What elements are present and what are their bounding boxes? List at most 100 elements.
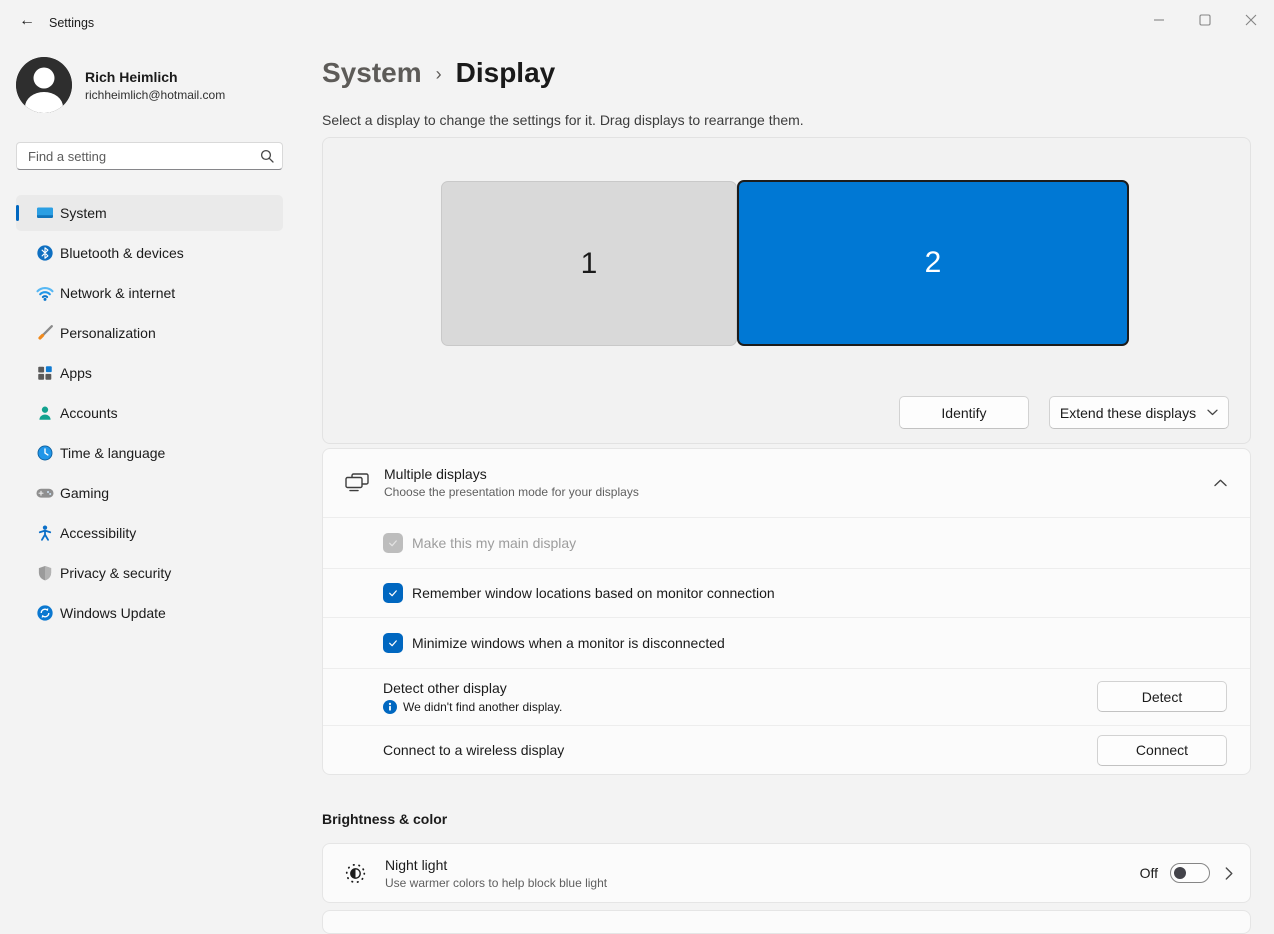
night-light-row[interactable]: Night light Use warmer colors to help bl… bbox=[322, 843, 1251, 903]
search-input[interactable] bbox=[16, 142, 283, 170]
sidebar-item-label: Network & internet bbox=[60, 285, 176, 301]
chevron-down-icon bbox=[1207, 409, 1218, 416]
close-button[interactable] bbox=[1228, 0, 1274, 40]
back-arrow-icon: ← bbox=[19, 12, 35, 29]
display-mode-dropdown[interactable]: Extend these displays bbox=[1049, 396, 1229, 429]
remember-locations-checkbox-label: Remember window locations based on monit… bbox=[412, 585, 775, 602]
network-icon bbox=[34, 283, 56, 303]
sidebar-item-label: Windows Update bbox=[60, 605, 166, 621]
user-name: Rich Heimlich bbox=[85, 68, 178, 85]
sidebar-item-accounts[interactable]: Accounts bbox=[16, 395, 283, 431]
personalization-icon bbox=[34, 323, 56, 343]
multiple-displays-header[interactable]: Multiple displays Choose the presentatio… bbox=[323, 449, 1250, 517]
monitor-1-number: 1 bbox=[580, 246, 598, 280]
sidebar-item-time-language[interactable]: Time & language bbox=[16, 435, 283, 471]
check-icon bbox=[389, 590, 397, 597]
monitor-2[interactable]: 2 bbox=[737, 180, 1129, 346]
app-title: Settings bbox=[49, 16, 95, 30]
page-title: Display bbox=[455, 57, 556, 88]
windows-update-icon bbox=[34, 603, 56, 623]
sidebar-item-accessibility[interactable]: Accessibility bbox=[16, 515, 283, 551]
sidebar-item-bluetooth-devices[interactable]: Bluetooth & devices bbox=[16, 235, 283, 271]
sidebar-item-label: Accounts bbox=[60, 405, 118, 421]
info-icon bbox=[383, 699, 397, 714]
main-display-checkbox bbox=[383, 532, 403, 553]
sidebar-item-gaming[interactable]: Gaming bbox=[16, 475, 283, 511]
sidebar-item-label: Accessibility bbox=[60, 525, 137, 541]
accounts-icon bbox=[34, 403, 56, 423]
sidebar: Rich Heimlich richheimlich@hotmail.com S… bbox=[0, 40, 300, 921]
chevron-right-icon bbox=[1225, 866, 1233, 880]
breadcrumb-parent[interactable]: System bbox=[322, 57, 422, 89]
display-arrangement-card: 1 2 Identify Extend these displays bbox=[322, 137, 1251, 444]
system-icon bbox=[34, 203, 56, 223]
avatar bbox=[16, 57, 72, 113]
night-light-state: Off bbox=[1139, 865, 1158, 881]
identify-button[interactable]: Identify bbox=[899, 396, 1029, 429]
check-icon bbox=[389, 540, 397, 547]
sidebar-item-apps[interactable]: Apps bbox=[16, 355, 283, 391]
connect-button-label: Connect bbox=[1135, 742, 1189, 759]
close-icon bbox=[1245, 14, 1257, 26]
sidebar-item-label: Gaming bbox=[60, 485, 110, 501]
minimize-button[interactable] bbox=[1136, 0, 1182, 40]
sidebar-item-label: Apps bbox=[60, 365, 92, 381]
minimize-windows-checkbox-row: Minimize windows when a monitor is disco… bbox=[323, 616, 1250, 668]
detect-button[interactable]: Detect bbox=[1097, 681, 1227, 713]
search-box bbox=[16, 142, 283, 170]
bluetooth-icon bbox=[34, 243, 56, 263]
monitor-1[interactable]: 1 bbox=[441, 181, 737, 346]
connect-button[interactable]: Connect bbox=[1097, 734, 1227, 766]
gaming-icon bbox=[34, 483, 56, 503]
next-card-partial bbox=[322, 910, 1251, 934]
sidebar-item-label: System bbox=[60, 205, 107, 221]
sidebar-item-windows-update[interactable]: Windows Update bbox=[16, 595, 283, 631]
detect-display-row: Detect other display We didn't find anot… bbox=[323, 667, 1250, 726]
monitor-2-number: 2 bbox=[924, 246, 942, 279]
minimize-windows-checkbox-label: Minimize windows when a monitor is disco… bbox=[412, 634, 725, 651]
toggle-knob bbox=[1174, 867, 1186, 879]
apps-icon bbox=[34, 363, 56, 383]
sidebar-item-network-internet[interactable]: Network & internet bbox=[16, 275, 283, 311]
night-light-icon bbox=[345, 863, 366, 883]
page-description: Select a display to change the settings … bbox=[322, 112, 804, 128]
titlebar: ← Settings bbox=[0, 0, 1274, 40]
main-display-checkbox-row: Make this my main display bbox=[323, 516, 1250, 569]
remember-locations-checkbox[interactable] bbox=[383, 583, 403, 604]
sidebar-item-privacy-security[interactable]: Privacy & security bbox=[16, 555, 283, 591]
account-profile[interactable]: Rich Heimlich richheimlich@hotmail.com bbox=[16, 57, 225, 113]
chevron-up-icon[interactable] bbox=[1214, 479, 1227, 487]
back-button[interactable]: ← bbox=[10, 8, 44, 34]
identify-button-label: Identify bbox=[941, 404, 987, 421]
night-light-title: Night light bbox=[385, 856, 448, 873]
sidebar-item-label: Privacy & security bbox=[60, 565, 172, 581]
sidebar-item-label: Personalization bbox=[60, 325, 156, 341]
multiple-displays-title: Multiple displays bbox=[384, 466, 487, 483]
privacy-icon bbox=[34, 563, 56, 583]
check-icon bbox=[389, 640, 397, 647]
night-light-toggle[interactable] bbox=[1170, 863, 1210, 883]
sidebar-item-personalization[interactable]: Personalization bbox=[16, 315, 283, 351]
sidebar-item-system[interactable]: System bbox=[16, 195, 283, 231]
window-controls bbox=[1136, 0, 1274, 40]
night-light-subtitle: Use warmer colors to help block blue lig… bbox=[385, 875, 608, 890]
minimize-icon bbox=[1154, 19, 1164, 21]
wireless-display-title: Connect to a wireless display bbox=[383, 742, 565, 759]
display-mode-value: Extend these displays bbox=[1059, 404, 1197, 421]
minimize-windows-checkbox[interactable] bbox=[383, 632, 403, 653]
main-display-checkbox-label: Make this my main display bbox=[412, 534, 577, 551]
brightness-color-header: Brightness & color bbox=[322, 811, 448, 827]
remember-locations-checkbox-row: Remember window locations based on monit… bbox=[323, 568, 1250, 617]
sidebar-nav: System Bluetooth & devices Network & int… bbox=[16, 195, 283, 631]
maximize-button[interactable] bbox=[1182, 0, 1228, 40]
wireless-display-row: Connect to a wireless display Connect bbox=[323, 725, 1250, 774]
accessibility-icon bbox=[34, 523, 56, 543]
detect-display-title: Detect other display bbox=[383, 679, 507, 696]
multiple-displays-card: Multiple displays Choose the presentatio… bbox=[322, 448, 1251, 775]
breadcrumb-separator-icon: › bbox=[435, 63, 442, 84]
time-language-icon bbox=[34, 443, 56, 463]
user-email: richheimlich@hotmail.com bbox=[85, 87, 226, 102]
multiple-displays-icon bbox=[345, 473, 369, 492]
detect-display-status: We didn't find another display. bbox=[403, 699, 563, 714]
detect-button-label: Detect bbox=[1141, 688, 1183, 705]
